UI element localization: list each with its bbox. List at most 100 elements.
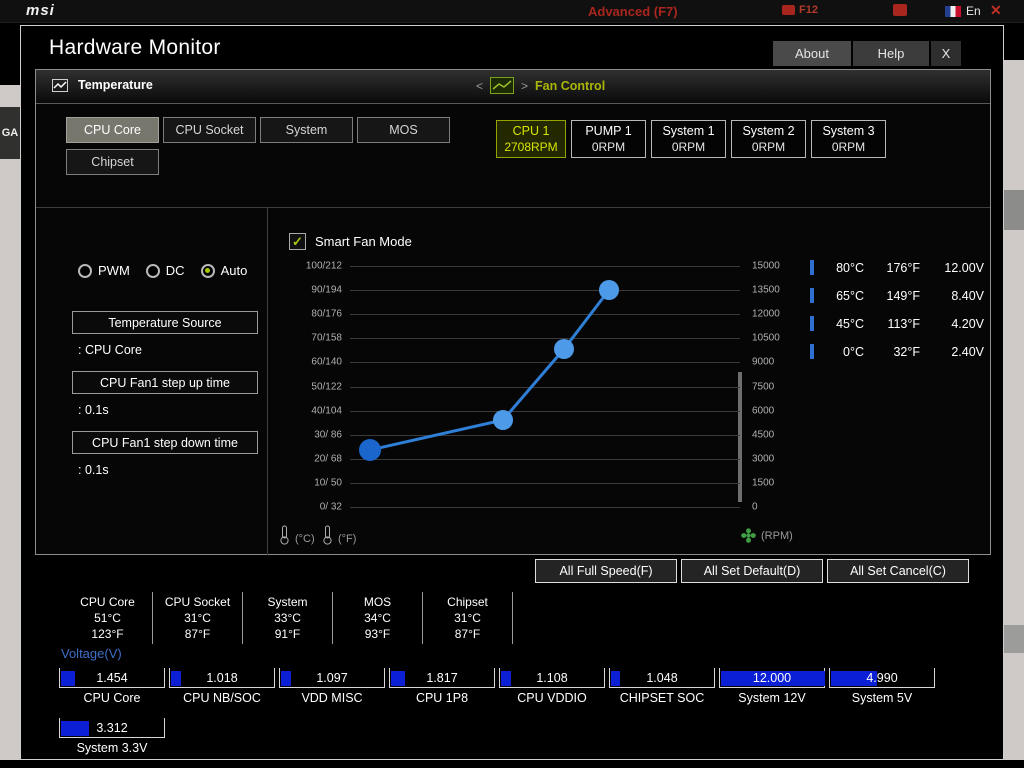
fan-tab-system1[interactable]: System 1 0RPM [651,120,726,158]
temperature-header-label: Temperature [78,78,153,92]
radio-label: PWM [98,263,130,278]
y-axis-temp-tick: 20/ 68 [314,453,342,465]
fan-point-row: 45°C 113°F 4.20V [810,316,984,331]
radio-pwm[interactable]: PWM [78,263,130,278]
edge-segment [1004,625,1024,653]
temp-fahrenheit: 123°F [91,627,124,641]
y-axis-rpm-tick: 4500 [752,429,775,441]
gridline [350,507,740,508]
point-volt: 12.00V [944,260,984,275]
voltage-gauge: 3.312 [59,718,165,738]
tab-chipset[interactable]: Chipset [66,149,159,175]
fan-tab-pump1[interactable]: PUMP 1 0RPM [571,120,646,158]
radio-label: Auto [220,263,248,278]
tab-mos[interactable]: MOS [357,117,450,143]
fan-point-row: 80°C 176°F 12.00V [810,260,984,275]
radio-icon [78,263,92,278]
y-axis-temp-tick: 80/176 [311,308,342,320]
fan-tab-rpm: 0RPM [831,140,866,154]
smart-fan-mode-toggle[interactable]: ✓ Smart Fan Mode [289,233,412,250]
advanced-mode-label[interactable]: Advanced (F7) [588,4,678,19]
curve-point-handle[interactable] [599,280,619,300]
fan-tab-rpm: 0RPM [671,140,706,154]
fan-point-list: 80°C 176°F 12.00V 65°C 149°F 8.40V 45°C … [810,260,984,359]
y-axis-rpm-tick: 10500 [752,332,780,344]
tab-cpu-core[interactable]: CPU Core [66,117,159,143]
point-tick-icon [810,288,814,303]
fan-tab-system3[interactable]: System 3 0RPM [811,120,886,158]
voltage-value: 1.097 [316,670,348,685]
curve-point-handle[interactable] [554,339,574,359]
point-volt: 4.20V [951,316,984,331]
all-set-cancel-button[interactable]: All Set Cancel(C) [827,559,969,583]
fan-control-header-label: Fan Control [535,78,606,93]
close-button[interactable]: X [931,41,961,66]
curve-point-handle[interactable] [359,439,381,461]
voltage-system-3v3: 3.312 System 3.3V [59,718,169,755]
radio-icon [145,263,160,278]
screenshot-hotkey[interactable]: F12 [782,4,818,16]
voltage-name: CPU VDDIO [517,691,587,705]
all-set-default-button[interactable]: All Set Default(D) [681,559,823,583]
voltage-system-5v: 4.990 System 5V [829,668,939,705]
language-label: En [966,4,981,18]
bios-close-icon[interactable]: ✕ [990,2,1002,19]
voltage-gauge: 12.000 [719,668,825,688]
rpm-label: (RPM) [761,529,793,542]
temp-celsius: 31°C [454,611,481,625]
voltage-gauge: 1.454 [59,668,165,688]
footer-buttons: All Full Speed(F) All Set Default(D) All… [21,559,969,583]
temp-name: Chipset [447,595,488,609]
voltage-name: System 5V [851,691,913,705]
tab-cpu-socket[interactable]: CPU Socket [163,117,256,143]
y-axis-rpm-tick: 7500 [752,381,775,392]
voltage-gauge: 1.108 [499,668,605,688]
checkbox-checked-icon[interactable]: ✓ [289,233,306,250]
temp-readout-cpu-core: CPU Core 51°C 123°F [63,592,153,644]
help-button[interactable]: Help [853,41,929,66]
all-full-speed-button[interactable]: All Full Speed(F) [535,559,677,583]
y-axis-temp-tick: 100/212 [305,260,342,272]
temp-name: MOS [363,595,392,609]
y-axis-rpm-tick: 0 [752,501,758,513]
fan-control-section-header: < > Fan Control [476,77,605,94]
fan-prev-arrow[interactable]: < [476,79,483,93]
fan-tab-system2[interactable]: System 2 0RPM [731,120,806,158]
curve-point-handle[interactable] [493,410,513,430]
thermometer-icon [280,525,289,545]
voltage-row-2: 3.312 System 3.3V [59,718,169,755]
fan-curve-plot[interactable]: 100/212 15000 90/194 13500 80/176 12000 70/158… [306,261,780,513]
smart-fan-mode-label: Smart Fan Mode [315,234,412,249]
temperature-source-button[interactable]: Temperature Source [72,311,258,334]
voltage-name: CPU NB/SOC [183,691,261,705]
left-page-edge: GA [0,85,20,760]
temp-celsius: 31°C [184,611,211,625]
radio-auto[interactable]: Auto [200,263,248,278]
bios-screen: msi Advanced (F7) F12 En ✕ GA Hardware M… [0,0,1024,768]
fan-mode-radios: PWM DC Auto [78,263,247,278]
printer-icon[interactable] [893,4,907,16]
step-up-time-button[interactable]: CPU Fan1 step up time [72,371,258,394]
step-down-time-button[interactable]: CPU Fan1 step down time [72,431,258,454]
fan-next-arrow[interactable]: > [521,79,528,93]
bios-top-bar: msi Advanced (F7) F12 En ✕ [0,0,1024,23]
temperature-graph-icon [52,78,68,92]
fan-point-row: 0°C 32°F 2.40V [810,344,984,359]
voltage-vdd-misc: 1.097 VDD MISC [279,668,389,705]
voltage-value: 12.000 [752,670,792,685]
voltage-row-1: 1.454 CPU Core 1.018 CPU NB/SOC 1.097 VD… [59,668,939,705]
temp-name: CPU Socket [164,595,231,609]
temperature-readouts: CPU Core 51°C 123°F CPU Socket 31°C 87°F… [63,592,513,644]
fan-tab-cpu1[interactable]: CPU 1 2708RPM [496,120,566,158]
fan-tab-rpm: 0RPM [591,140,626,154]
radio-dc[interactable]: DC [145,263,185,278]
temperature-source-value: : CPU Core [78,343,142,357]
point-volt: 8.40V [951,288,984,303]
temp-fahrenheit: 93°F [364,627,391,641]
tab-system[interactable]: System [260,117,353,143]
temp-celsius: 34°C [364,611,391,625]
language-selector[interactable]: En [945,4,981,18]
about-button[interactable]: About [773,41,851,66]
voltage-cpu-1p8: 1.817 CPU 1P8 [389,668,499,705]
point-temp-f: 113°F [887,316,920,331]
